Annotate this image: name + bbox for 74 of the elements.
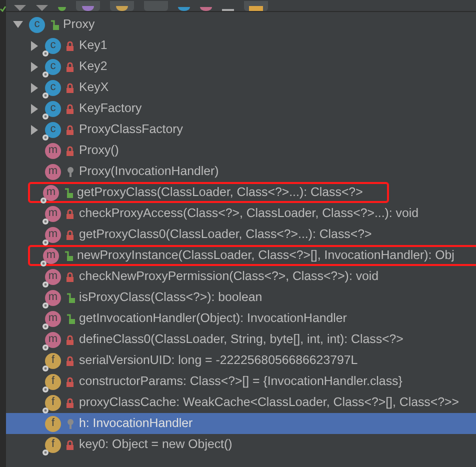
expanded-arrow-icon[interactable] <box>13 21 23 28</box>
collapsed-arrow-icon[interactable] <box>30 124 38 134</box>
collapsed-arrow-icon[interactable] <box>30 104 38 114</box>
tree-label: Key2 <box>79 58 108 76</box>
class-icon: c <box>45 122 61 138</box>
toggle-button[interactable] <box>76 1 100 11</box>
method-icon: m <box>45 268 61 284</box>
tree-row[interactable]: m checkNewProxyPermission(Class<?>, Class<?>): void <box>6 266 476 287</box>
field-icon: f <box>45 374 61 390</box>
tree-row[interactable]: m Proxy() <box>6 140 476 161</box>
tree-label: defineClass0(ClassLoader, String, byte[], int, int): Class<?> <box>79 331 404 348</box>
tree-row[interactable]: c Key2 <box>6 56 476 77</box>
class-icon: c <box>45 38 61 54</box>
method-icon: m <box>45 206 61 222</box>
tree-row[interactable]: m defineClass0(ClassLoader, String, byte[], int, int): Class<?> <box>6 329 476 350</box>
method-icon: m <box>45 226 61 242</box>
method-icon: m <box>43 248 59 264</box>
tree-label: Proxy(InvocationHandler) <box>79 163 219 180</box>
tree-row[interactable]: f proxyClassCache: WeakCache<ClassLoader, Class<?>[], Class<?>> <box>6 392 476 413</box>
toggle-button[interactable] <box>244 1 268 11</box>
method-icon: m <box>45 332 61 348</box>
tree-row[interactable]: f constructorParams: Class<?>[] = {InvocationHandler.class} <box>6 371 476 392</box>
tree-label: getInvocationHandler(Object): InvocationHandler <box>79 310 347 328</box>
method-icon: m <box>43 184 59 200</box>
tree-label: proxyClassCache: WeakCache<ClassLoader, Class<?>[], Class<?>> <box>79 394 459 412</box>
tree-row[interactable]: m getProxyClass(ClassLoader, Class<?>...): Class<?> <box>6 182 476 203</box>
tree-label: h: InvocationHandler <box>79 415 193 432</box>
tree-row[interactable]: f key0: Object = new Object() <box>6 434 476 455</box>
tree-label: getProxyClass0(ClassLoader, Class<?>...): Class<?> <box>79 226 372 244</box>
tree-row[interactable]: c KeyX <box>6 77 476 98</box>
tree-row[interactable]: c Key1 <box>6 35 476 56</box>
collapsed-arrow-icon[interactable] <box>30 62 38 72</box>
tree-label: constructorParams: Class<?>[] = {InvocationHandler.class} <box>79 373 402 390</box>
field-icon: f <box>45 436 61 452</box>
check-icon <box>0 6 6 12</box>
tree-row[interactable]: m isProxyClass(Class<?>): boolean <box>6 287 476 308</box>
class-icon: c <box>29 16 45 32</box>
tree-row[interactable]: f h: InvocationHandler <box>6 413 476 434</box>
tree-row[interactable]: f serialVersionUID: long = -2222568056686623797L <box>6 350 476 371</box>
class-icon: c <box>45 58 61 74</box>
tree-label: Proxy <box>63 16 95 34</box>
field-icon: f <box>45 394 61 410</box>
tree-label: getProxyClass(ClassLoader, Class<?>...): Class<?> <box>77 184 363 202</box>
tree-label: key0: Object = new Object() <box>79 436 232 454</box>
tree-row[interactable]: c ProxyClassFactory <box>6 119 476 140</box>
tree-row[interactable]: m Proxy(InvocationHandler) <box>6 161 476 182</box>
class-icon: c <box>45 80 61 96</box>
method-icon: m <box>45 290 61 306</box>
method-icon: m <box>45 164 61 180</box>
tree-label: KeyX <box>79 79 109 96</box>
tree-label: ProxyClassFactory <box>79 121 183 138</box>
tree-label: isProxyClass(Class<?>): boolean <box>79 289 262 306</box>
tree-label: checkNewProxyPermission(Class<?>, Class<?>): void <box>79 268 379 286</box>
collapsed-arrow-icon[interactable] <box>30 40 38 50</box>
toggle-button[interactable] <box>110 1 134 11</box>
field-icon: f <box>45 352 61 368</box>
method-icon: m <box>45 142 61 158</box>
field-icon: f <box>45 416 61 432</box>
tree-row[interactable]: m newProxyInstance(ClassLoader, Class<?>[], InvocationHandler): Obj <box>6 245 476 266</box>
tree-label: Proxy() <box>79 142 119 160</box>
method-icon: m <box>45 310 61 326</box>
tree-row[interactable]: m getInvocationHandler(Object): InvocationHandler <box>6 308 476 329</box>
tree-label: KeyFactory <box>79 100 142 118</box>
tree-label: newProxyInstance(ClassLoader, Class<?>[], InvocationHandler): Obj <box>77 247 454 264</box>
collapsed-arrow-icon[interactable] <box>30 82 38 92</box>
toggle-button[interactable] <box>144 1 168 11</box>
tree-row[interactable]: m getProxyClass0(ClassLoader, Class<?>...): Class<?> <box>6 224 476 245</box>
tree-label: serialVersionUID: long = -2222568056686623797L <box>79 352 358 370</box>
tree-label: Key1 <box>79 37 108 54</box>
tree-row[interactable]: m checkProxyAccess(Class<?>, ClassLoader, Class<?>...): void <box>6 203 476 224</box>
tree-row[interactable]: c Proxy <box>6 14 476 35</box>
tree-label: checkProxyAccess(Class<?>, ClassLoader, Class<?>...): void <box>79 205 419 222</box>
class-icon: c <box>45 100 61 116</box>
tree-row[interactable]: c KeyFactory <box>6 98 476 119</box>
